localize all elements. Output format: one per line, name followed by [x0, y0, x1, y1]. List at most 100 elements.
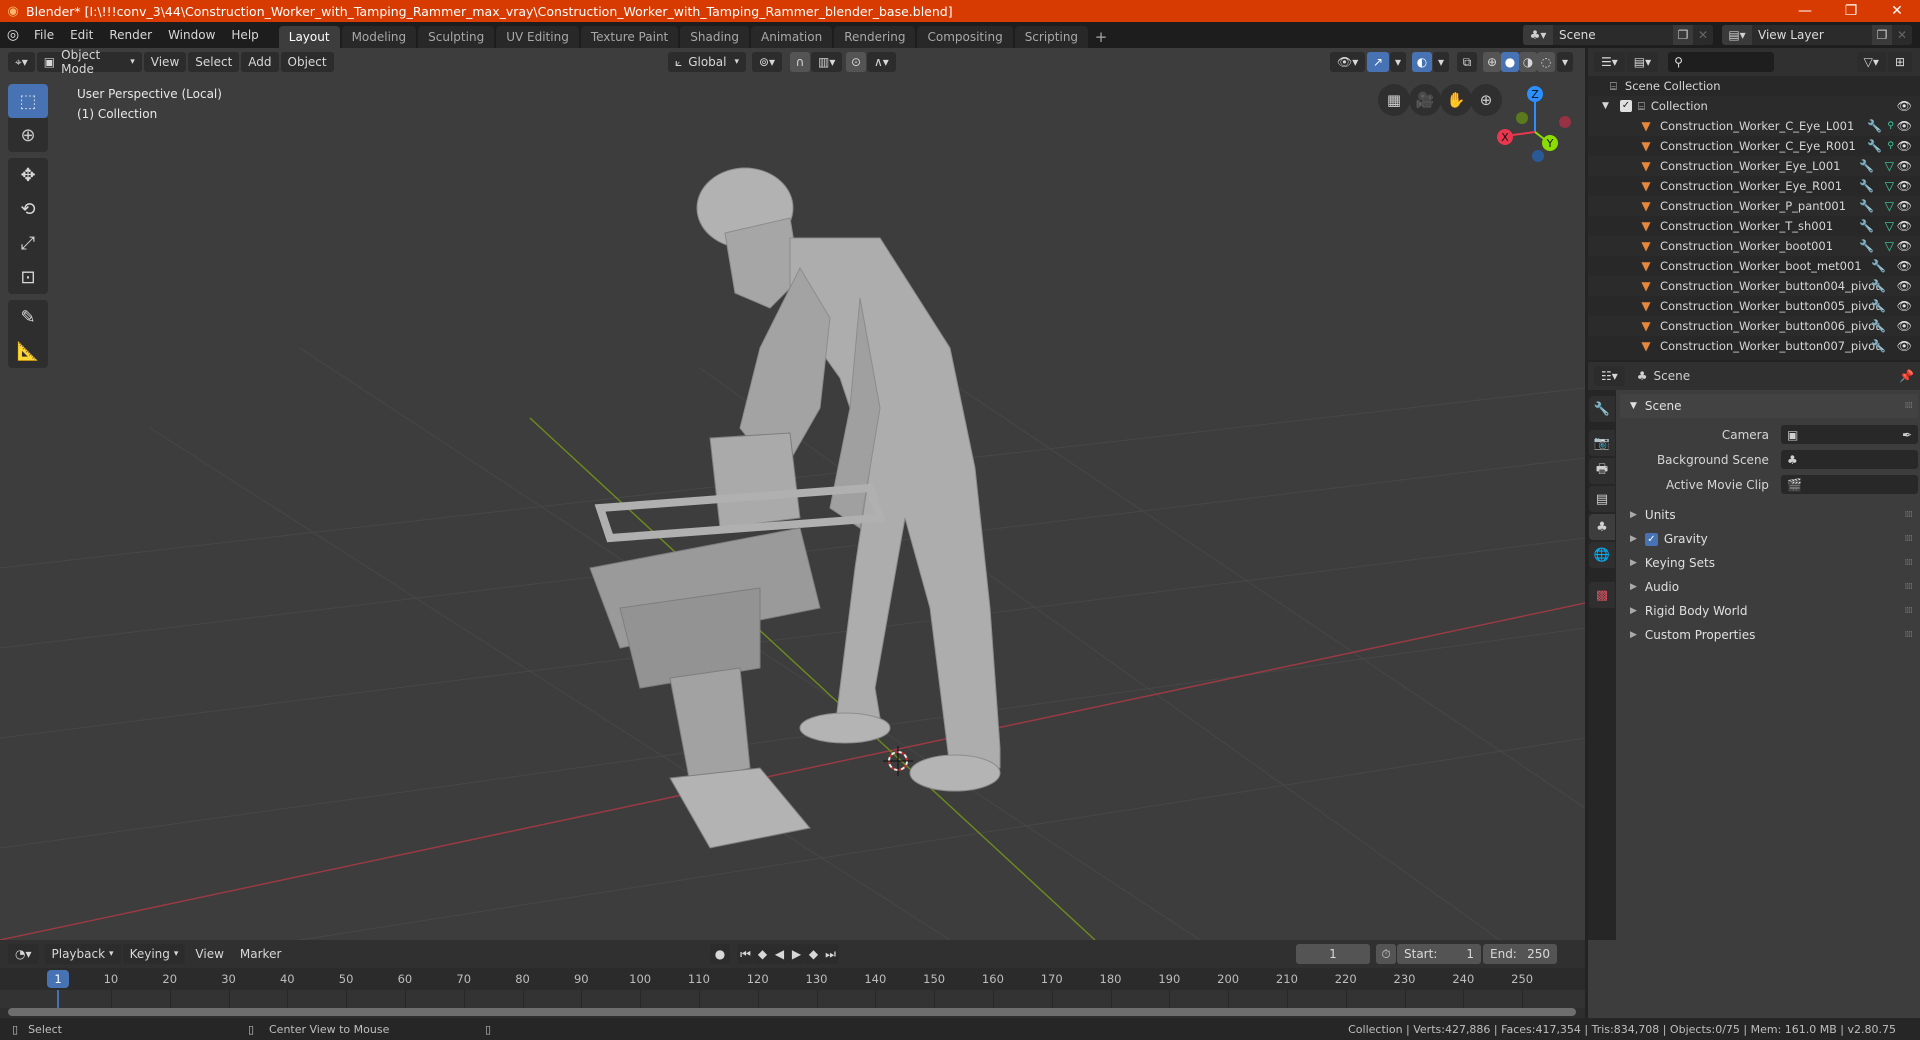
camera-view-icon[interactable]: 🎥	[1409, 84, 1441, 116]
visibility-eye-icon[interactable]: 👁	[1897, 179, 1912, 193]
shading-dropdown[interactable]: ▾	[1557, 52, 1573, 72]
solid-shading-icon[interactable]: ●	[1501, 52, 1519, 72]
modifier-wrench-icon[interactable]: 🔧	[1871, 279, 1886, 293]
visibility-eye-icon[interactable]: 👁	[1897, 259, 1912, 273]
collection-row[interactable]: ▼ ✓ ⌸ Collection 👁	[1588, 96, 1920, 116]
modifier-wrench-icon[interactable]: 🔧	[1871, 339, 1886, 353]
playhead-line[interactable]	[57, 990, 59, 1008]
outliner-object-row[interactable]: ▼ Construction_Worker_C_Eye_L001 🔧 ⚲ 👁	[1588, 116, 1920, 136]
cursor-tool-icon[interactable]: ⊕	[8, 118, 48, 152]
scale-tool-icon[interactable]: ⤢	[8, 226, 48, 260]
visibility-eye-icon[interactable]: 👁	[1897, 159, 1912, 173]
jump-end-button[interactable]: ⏭	[822, 944, 839, 964]
outliner-object-row[interactable]: ▼ Construction_Worker_boot001 🔧 ▽ 👁	[1588, 236, 1920, 256]
subpanel-rigid-body-world[interactable]: ▶ Rigid Body World ⁞⁞⁞⁞	[1620, 599, 1918, 623]
subpanel-custom-properties[interactable]: ▶ Custom Properties ⁞⁞⁞⁞	[1620, 623, 1918, 647]
wireframe-shading-icon[interactable]: ⊕	[1483, 52, 1501, 72]
delete-view-layer-icon[interactable]: ✕	[1892, 25, 1912, 45]
blender-menu-icon[interactable]: ◎	[0, 27, 26, 43]
visibility-dropdown[interactable]: 👁▾	[1330, 52, 1366, 72]
rendered-shading-icon[interactable]: ◌	[1537, 52, 1555, 72]
tab-shading[interactable]: Shading	[680, 26, 749, 48]
view-layer-tab-icon[interactable]: ▤	[1589, 486, 1615, 512]
pivot-point-dropdown[interactable]: ⊚▾	[752, 52, 783, 72]
modifier-wrench-icon[interactable]: 🔧	[1859, 159, 1874, 173]
keyframe-track[interactable]	[0, 990, 1585, 1008]
menu-file[interactable]: File	[26, 22, 62, 48]
camera-field[interactable]: ▣ ✒	[1780, 425, 1918, 444]
drag-grip-icon[interactable]: ⁞⁞⁞⁞	[1905, 401, 1914, 411]
toggle-grid-view-icon[interactable]: ▦	[1378, 84, 1410, 116]
tool-tab-icon[interactable]: 🔧	[1589, 396, 1615, 422]
subpanel-keying-sets[interactable]: ▶ Keying Sets ⁞⁞⁞⁞	[1620, 551, 1918, 575]
outliner-object-row[interactable]: ▼ Construction_Worker_button005_pivot 🔧 👁	[1588, 296, 1920, 316]
menu-select[interactable]: Select	[188, 52, 240, 72]
visibility-eye-icon[interactable]: 👁	[1897, 299, 1912, 313]
subpanel-gravity[interactable]: ▶ ✓ Gravity ⁞⁞⁞⁞	[1620, 527, 1918, 551]
subpanel-units[interactable]: ▶ Units ⁞⁞⁞⁞	[1620, 503, 1918, 527]
material-shading-icon[interactable]: ◑	[1519, 52, 1537, 72]
outliner-object-row[interactable]: ▼ Construction_Worker_Eye_R001 🔧 ▽ 👁	[1588, 176, 1920, 196]
scene-collection-row[interactable]: ⌸ Scene Collection	[1588, 76, 1920, 96]
timeline-scrollbar[interactable]	[8, 1008, 1576, 1016]
outliner-object-row[interactable]: ▼ Construction_Worker_button007_pivot 🔧 👁	[1588, 336, 1920, 356]
preview-range-icon[interactable]: ⏱	[1376, 944, 1396, 964]
modifier-wrench-icon[interactable]: 🔧	[1871, 299, 1886, 313]
visibility-eye-icon[interactable]: 👁	[1897, 279, 1912, 293]
visibility-eye-icon[interactable]: 👁	[1897, 119, 1912, 133]
visibility-eye-icon[interactable]: 👁	[1897, 139, 1912, 153]
play-button[interactable]: ▶	[788, 944, 805, 964]
snap-target-dropdown[interactable]: ▥▾	[811, 52, 843, 72]
tab-rendering[interactable]: Rendering	[834, 26, 916, 48]
measure-tool-icon[interactable]: 📐	[8, 334, 48, 368]
marker-menu[interactable]: Marker	[232, 941, 289, 967]
mesh-data-icon[interactable]: ▽	[1885, 219, 1894, 233]
3d-viewport[interactable]	[0, 48, 1585, 940]
outliner-object-row[interactable]: ▼ Construction_Worker_button004_pivot 🔧 👁	[1588, 276, 1920, 296]
outliner-object-row[interactable]: ▼ Construction_Worker_button006_pivot 🔧 👁	[1588, 316, 1920, 336]
visibility-eye-icon[interactable]: 👁	[1897, 339, 1912, 353]
pan-view-icon[interactable]: ✋	[1440, 84, 1472, 116]
navigation-gizmo[interactable]: Z X Y	[1490, 80, 1580, 170]
scene-browse-icon[interactable]: ♣▾	[1523, 25, 1553, 45]
pin-icon[interactable]: 📌	[1899, 369, 1914, 383]
filter-dropdown[interactable]: ▽▾	[1856, 52, 1886, 72]
menu-help[interactable]: Help	[223, 22, 266, 48]
active-movie-clip-field[interactable]: 🎬	[1780, 475, 1918, 494]
visibility-eye-icon[interactable]: 👁	[1897, 239, 1912, 253]
drag-grip-icon[interactable]: ⁞⁞⁞⁞	[1905, 558, 1914, 568]
new-scene-icon[interactable]: ❐	[1673, 25, 1693, 45]
mesh-data-icon[interactable]: ▽	[1885, 199, 1894, 213]
start-frame-field[interactable]: Start: 1	[1397, 944, 1481, 964]
menu-add[interactable]: Add	[241, 52, 279, 72]
maximize-button[interactable]: ❐	[1828, 0, 1874, 22]
vertex-group-icon[interactable]: ⚲	[1887, 121, 1894, 131]
move-tool-icon[interactable]: ✥	[8, 158, 48, 192]
visibility-eye-icon[interactable]: 👁	[1897, 319, 1912, 333]
visibility-eye-icon[interactable]: 👁	[1897, 99, 1912, 113]
menu-window[interactable]: Window	[160, 22, 223, 48]
menu-edit[interactable]: Edit	[62, 22, 101, 48]
expand-arrow-icon[interactable]: ▼	[1602, 101, 1614, 111]
subpanel-audio[interactable]: ▶ Audio ⁞⁞⁞⁞	[1620, 575, 1918, 599]
playback-menu[interactable]: Playback ▾	[44, 944, 121, 964]
modifier-wrench-icon[interactable]: 🔧	[1859, 239, 1874, 253]
new-view-layer-icon[interactable]: ❐	[1872, 25, 1892, 45]
view-layer-browse-icon[interactable]: ▤▾	[1722, 25, 1752, 45]
tab-uv-editing[interactable]: UV Editing	[496, 26, 579, 48]
mode-dropdown[interactable]: ▣ Object Mode ▾	[36, 48, 142, 76]
modifier-wrench-icon[interactable]: 🔧	[1871, 259, 1886, 273]
view-layer-name-field[interactable]: View Layer	[1752, 25, 1872, 45]
render-tab-icon[interactable]: 📷	[1589, 430, 1615, 456]
proportional-falloff-dropdown[interactable]: ∧▾	[867, 52, 896, 72]
modifier-wrench-icon[interactable]: 🔧	[1859, 199, 1874, 213]
scene-tab-icon[interactable]: ♣	[1589, 514, 1615, 540]
collection-checkbox[interactable]: ✓	[1620, 100, 1632, 112]
display-mode-dropdown[interactable]: ☰▾	[1594, 52, 1625, 72]
outliner-object-row[interactable]: ▼ Construction_Worker_T_sh001 🔧 ▽ 👁	[1588, 216, 1920, 236]
menu-object[interactable]: Object	[280, 52, 334, 72]
outliner-search-input[interactable]: ⚲	[1668, 52, 1775, 72]
timeline-view-menu[interactable]: View	[187, 941, 231, 967]
gizmo-toggle-icon[interactable]: ↗	[1367, 52, 1389, 72]
tab-scripting[interactable]: Scripting	[1014, 26, 1089, 48]
